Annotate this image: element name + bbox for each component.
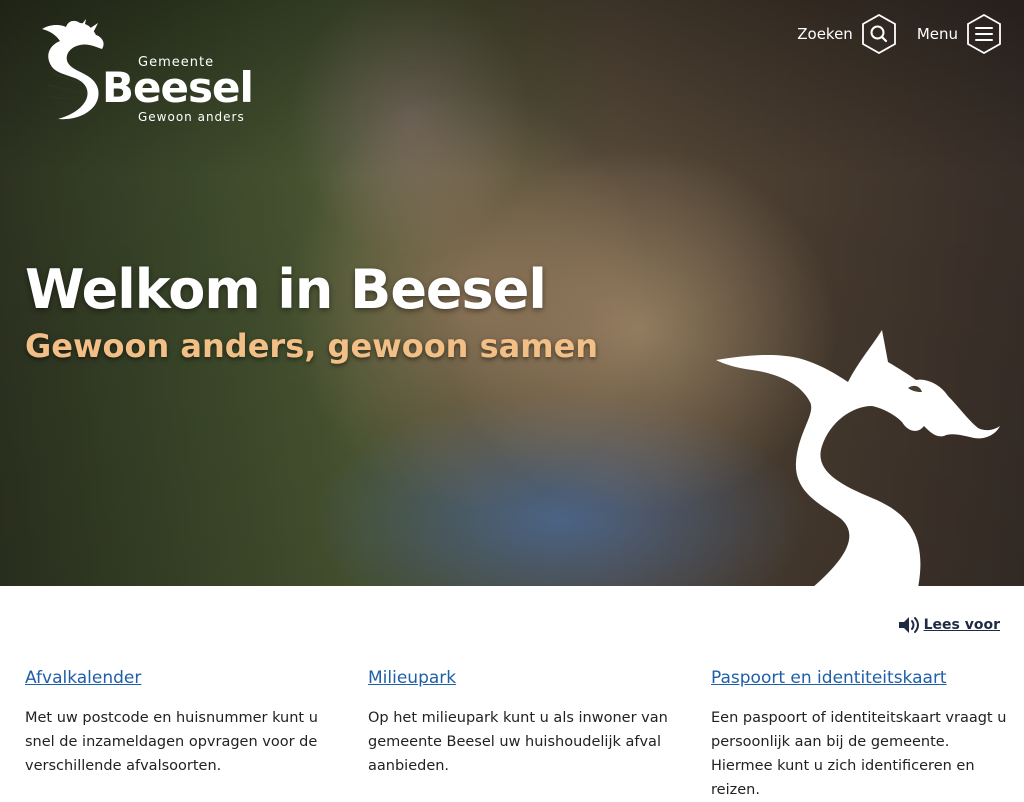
hamburger-icon	[967, 14, 1001, 54]
page-title: Welkom in Beesel	[25, 258, 547, 321]
search-icon	[861, 14, 896, 54]
logo-tagline: Gewoon anders	[138, 110, 245, 124]
site-logo[interactable]: Gemeente Beesel Gewoon anders	[22, 15, 262, 125]
card-text: Met uw postcode en huisnummer kunt u sne…	[25, 710, 318, 774]
search-label: Zoeken	[797, 25, 853, 43]
card-link-paspoort[interactable]: Paspoort en identiteitskaart	[711, 668, 947, 688]
read-aloud-button[interactable]: Lees voor	[898, 616, 1000, 634]
card-text: Een paspoort of identiteitskaart vraagt …	[711, 710, 1007, 798]
main-content: Lees voor Afvalkalender Met uw postcode …	[0, 586, 1024, 798]
menu-button[interactable]: Menu	[917, 14, 1002, 54]
dragon-emblem-icon	[716, 330, 1000, 586]
menu-label: Menu	[916, 25, 958, 43]
card-link-milieupark[interactable]: Milieupark	[368, 668, 456, 688]
hero-section: Gemeente Beesel Gewoon anders Zoeken Men…	[0, 0, 1024, 586]
top-navigation: Zoeken Menu	[797, 14, 1002, 54]
card-afvalkalender: Afvalkalender Met uw postcode en huisnum…	[25, 668, 325, 778]
read-aloud-label: Lees voor	[923, 617, 1000, 633]
card-text: Op het milieupark kunt u als inwoner van…	[368, 710, 668, 774]
card-milieupark: Milieupark Op het milieupark kunt u als …	[368, 668, 668, 778]
hero-subtitle: Gewoon anders, gewoon samen	[25, 327, 599, 365]
search-button[interactable]: Zoeken	[797, 14, 897, 54]
card-paspoort: Paspoort en identiteitskaart Een paspoor…	[711, 668, 1011, 802]
card-link-afvalkalender[interactable]: Afvalkalender	[25, 668, 141, 688]
speaker-icon	[898, 617, 919, 633]
logo-name: Beesel	[102, 63, 254, 112]
